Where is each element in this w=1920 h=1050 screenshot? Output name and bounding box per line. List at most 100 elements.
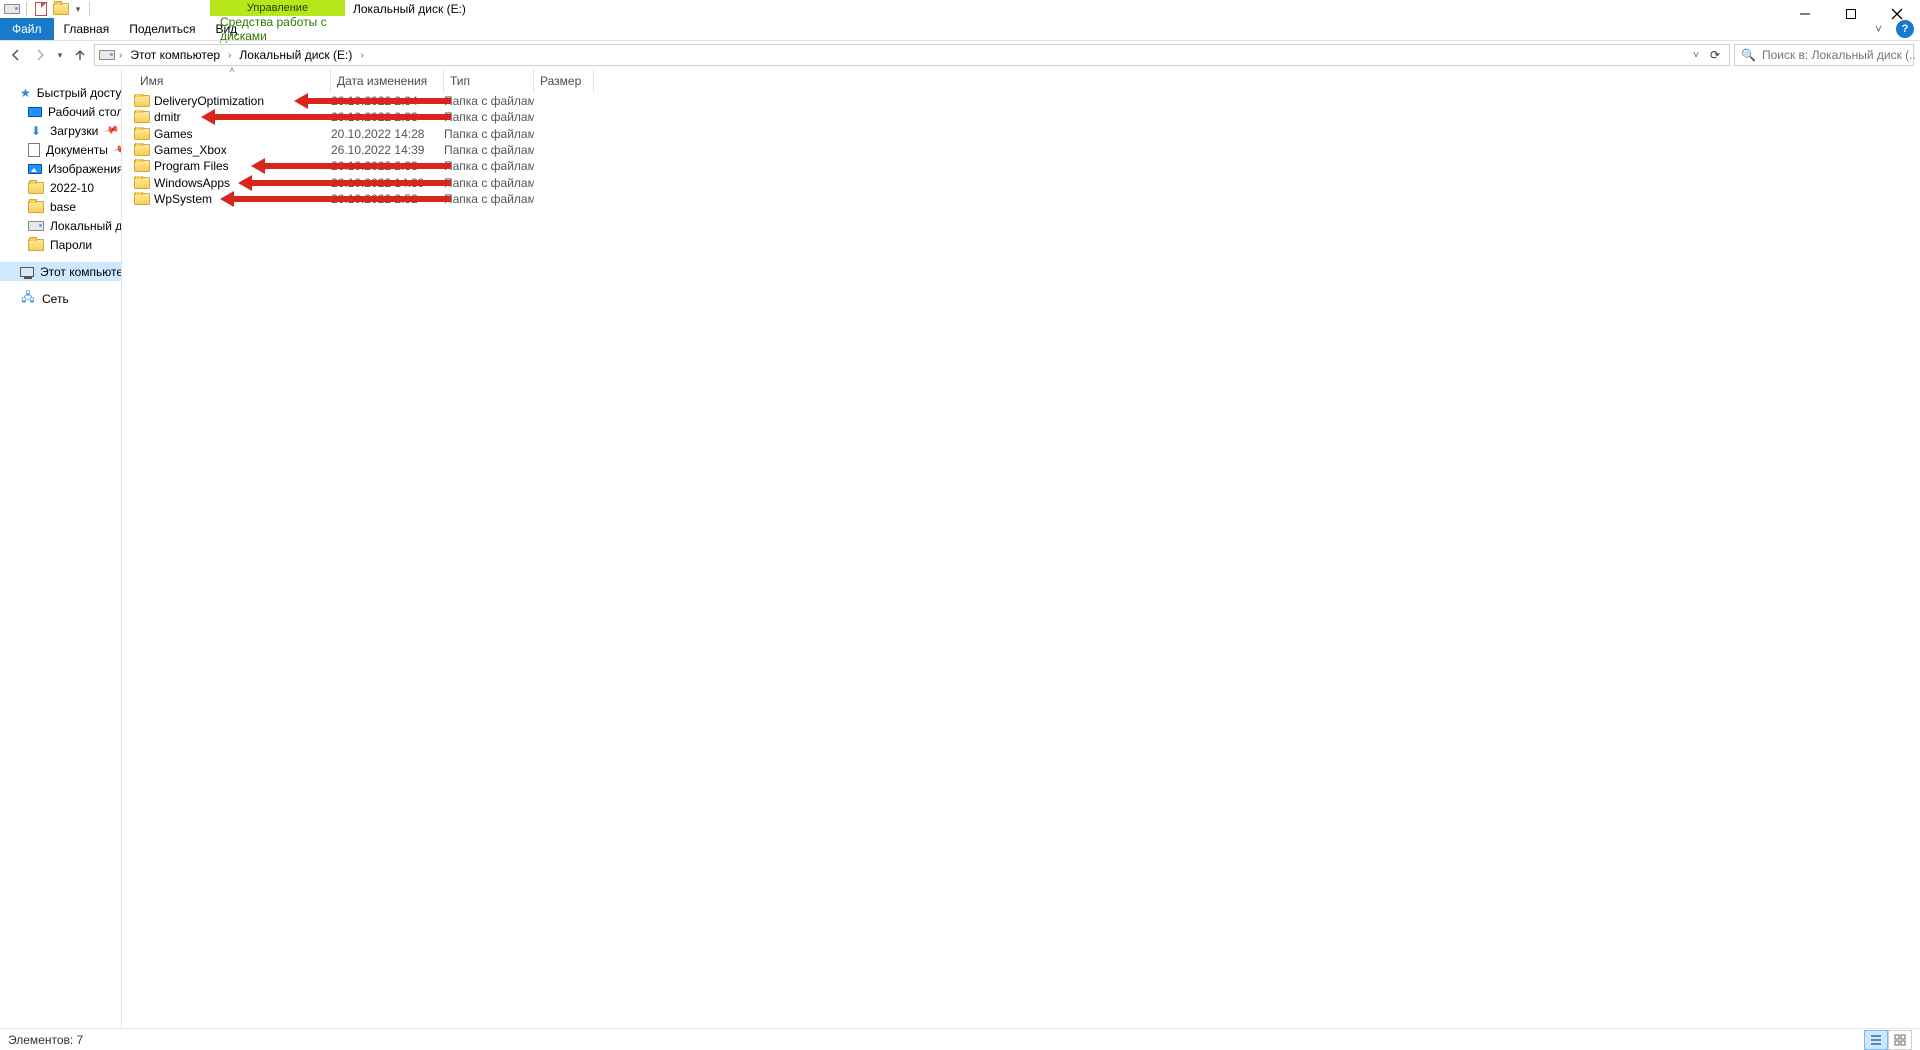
ribbon-collapse-toggle[interactable]: ˅ — [1875, 22, 1882, 36]
folder-icon — [134, 193, 150, 205]
folder-icon — [28, 237, 44, 253]
explorer-body: ★Быстрый доступ Рабочий стол📌 ⬇Загрузки📌… — [0, 69, 1920, 1028]
column-header-date[interactable]: Дата изменения — [331, 69, 444, 93]
folder-icon — [134, 160, 150, 172]
file-type: Папка с файлами — [444, 192, 534, 206]
file-name: WpSystem — [154, 192, 212, 206]
sidebar-item-folder[interactable]: 2022-10 — [0, 178, 121, 197]
details-view-button[interactable] — [1864, 1030, 1888, 1050]
sidebar-pictures[interactable]: Изображения📌 — [0, 159, 121, 178]
forward-button[interactable] — [30, 45, 50, 65]
help-button[interactable]: ? — [1896, 20, 1914, 38]
file-name: DeliveryOptimization — [154, 94, 264, 108]
file-type: Папка с файлами — [444, 127, 534, 141]
file-name: dmitr — [154, 110, 181, 124]
table-row[interactable]: Games_Xbox26.10.2022 14:39Папка с файлам… — [122, 142, 1920, 158]
back-button[interactable] — [6, 45, 26, 65]
file-date: 26.10.2022 14:39 — [331, 143, 444, 157]
chevron-right-icon[interactable]: › — [358, 50, 365, 61]
file-date: 26.10.2022 14:39 — [331, 176, 444, 190]
file-list: Имя˄ Дата изменения Тип Размер DeliveryO… — [122, 69, 1920, 1028]
sidebar-item-drive[interactable]: Локальный диск (C — [0, 216, 121, 235]
file-date: 20.10.2022 14:28 — [331, 127, 444, 141]
column-header-type[interactable]: Тип — [444, 69, 534, 93]
sort-asc-icon: ˄ — [229, 65, 234, 75]
folder-icon — [134, 144, 150, 156]
separator — [89, 2, 90, 16]
sidebar-item-label: Рабочий стол — [48, 105, 121, 119]
file-name: Program Files — [154, 159, 229, 173]
sidebar-item-label: Быстрый доступ — [37, 86, 121, 100]
search-box[interactable]: 🔍 — [1734, 44, 1914, 66]
table-row[interactable]: DeliveryOptimization26.10.2022 2:34Папка… — [122, 93, 1920, 109]
file-type: Папка с файлами — [444, 176, 534, 190]
view-switch — [1864, 1030, 1912, 1050]
navigation-pane: ★Быстрый доступ Рабочий стол📌 ⬇Загрузки📌… — [0, 69, 122, 1028]
table-row[interactable]: Games 20.10.2022 14:28Папка с файлами — [122, 126, 1920, 142]
file-name: Games — [154, 127, 193, 141]
file-date: 26.10.2022 2:33 — [331, 159, 444, 173]
sidebar-item-label: Сеть — [42, 292, 69, 306]
new-folder-icon[interactable] — [53, 1, 69, 17]
sidebar-item-folder[interactable]: Пароли — [0, 235, 121, 254]
chevron-right-icon[interactable]: › — [117, 50, 124, 61]
address-bar[interactable]: › Этот компьютер › Локальный диск (E:) ›… — [94, 44, 1730, 66]
tab-share[interactable]: Поделиться — [119, 18, 205, 40]
pin-icon: 📌 — [112, 142, 121, 158]
drive-icon — [99, 47, 115, 63]
address-history-dropdown[interactable]: ˅ — [1693, 50, 1699, 61]
sidebar-item-label: Изображения — [48, 162, 121, 176]
icons-view-button[interactable] — [1888, 1030, 1912, 1050]
sidebar-item-label: Документы — [46, 143, 108, 157]
column-header-name[interactable]: Имя˄ — [134, 69, 331, 93]
navigation-bar: ▾ › Этот компьютер › Локальный диск (E:)… — [0, 41, 1920, 69]
chevron-right-icon[interactable]: › — [226, 50, 233, 61]
desktop-icon — [28, 104, 42, 120]
table-row[interactable]: WindowsApps 26.10.2022 14:39Папка с файла… — [122, 174, 1920, 190]
table-row[interactable]: WpSystem 26.10.2022 2:52Папка с файлами — [122, 191, 1920, 207]
tab-home[interactable]: Главная — [54, 18, 120, 40]
sidebar-item-label: 2022-10 — [50, 181, 94, 195]
tab-drive-tools[interactable]: Средства работы с дисками — [210, 18, 345, 40]
sidebar-downloads[interactable]: ⬇Загрузки📌 — [0, 121, 121, 140]
drive-icon — [28, 218, 44, 234]
properties-icon[interactable] — [33, 1, 49, 17]
tab-file[interactable]: Файл — [0, 18, 54, 40]
recent-locations-dropdown[interactable]: ▾ — [54, 50, 66, 61]
column-header-size[interactable]: Размер — [534, 69, 594, 93]
file-type: Папка с файлами — [444, 110, 534, 124]
breadcrumb-this-pc[interactable]: Этот компьютер — [126, 45, 224, 65]
column-headers: Имя˄ Дата изменения Тип Размер — [122, 69, 1920, 93]
sidebar-item-folder[interactable]: base — [0, 197, 121, 216]
search-input[interactable] — [1762, 48, 1917, 62]
refresh-button[interactable]: ⟳ — [1705, 48, 1725, 62]
table-row[interactable]: Program Files26.10.2022 2:33Папка с файл… — [122, 158, 1920, 174]
search-icon: 🔍 — [1741, 48, 1756, 62]
ribbon-context-label: Управление — [210, 0, 345, 16]
sidebar-item-label: base — [50, 200, 76, 214]
sidebar-desktop[interactable]: Рабочий стол📌 — [0, 102, 121, 121]
separator — [26, 2, 27, 16]
status-item-count: Элементов: 7 — [8, 1033, 83, 1047]
pc-icon — [20, 264, 34, 280]
sidebar-documents[interactable]: Документы 📌 — [0, 140, 121, 159]
sidebar-this-pc[interactable]: Этот компьютер — [0, 262, 121, 281]
breadcrumb-current[interactable]: Локальный диск (E:) — [235, 45, 356, 65]
sidebar-item-label: Загрузки — [50, 124, 98, 138]
ribbon-tabs: Файл Главная Поделиться Вид Средства раб… — [0, 18, 1920, 40]
folder-icon — [28, 180, 44, 196]
up-button[interactable] — [70, 45, 90, 65]
network-icon: 🖧 — [20, 291, 36, 307]
sidebar-network[interactable]: 🖧 Сеть — [0, 289, 121, 308]
star-icon: ★ — [20, 85, 31, 101]
sidebar-quick-access[interactable]: ★ Быстрый доступ — [0, 83, 121, 102]
table-row[interactable]: dmitr26.10.2022 2:33Папка с файлами — [122, 109, 1920, 125]
file-date: 26.10.2022 2:52 — [331, 192, 444, 206]
file-name: Games_Xbox — [154, 143, 227, 157]
file-date: 26.10.2022 2:34 — [331, 94, 444, 108]
qat-customize-dropdown[interactable]: ▾ — [73, 4, 83, 15]
sidebar-item-label: Локальный диск (C — [50, 219, 121, 233]
file-name: WindowsApps — [154, 176, 230, 190]
pin-icon: 📌 — [103, 123, 119, 139]
folder-icon — [134, 128, 150, 140]
